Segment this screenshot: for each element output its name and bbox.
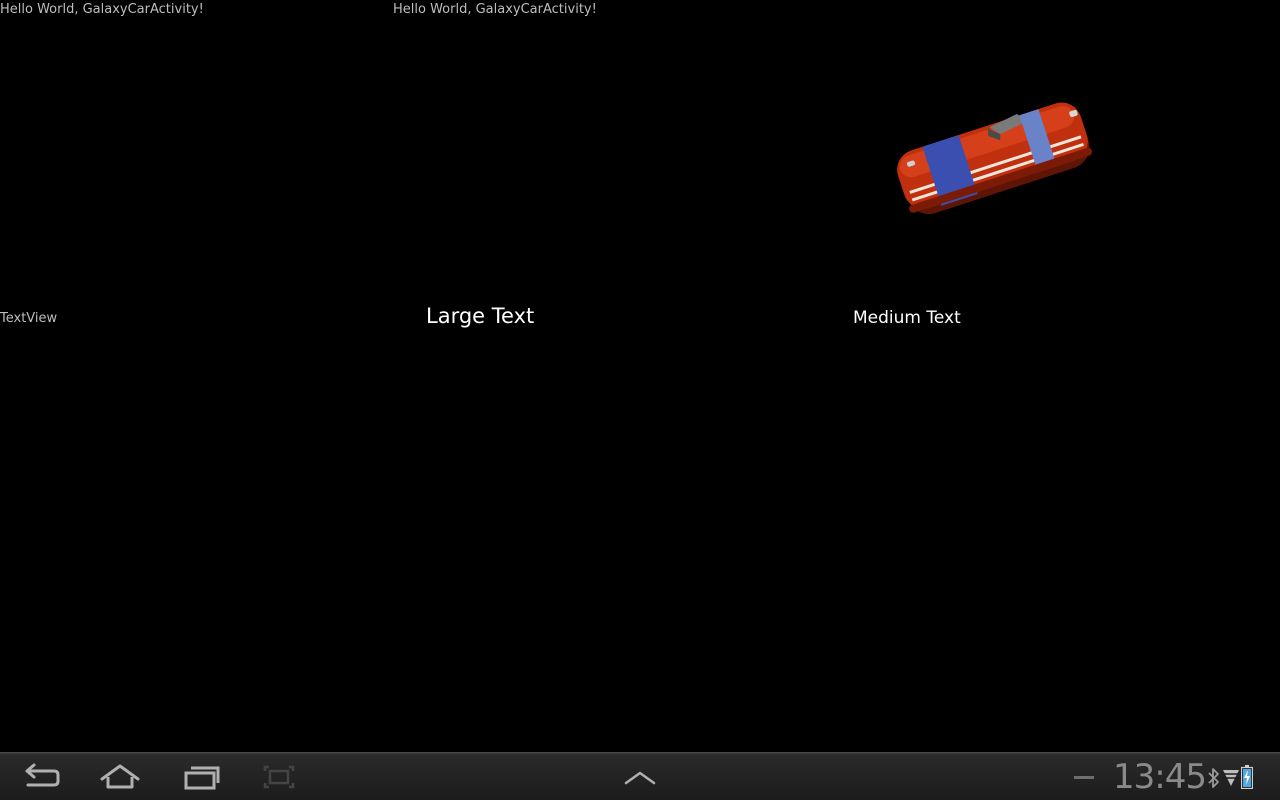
clock: 13:45 <box>1113 757 1207 797</box>
screen: Hello World, GalaxyCarActivity! Hello Wo… <box>0 0 1280 800</box>
car-image <box>897 102 1093 215</box>
home-icon <box>100 764 140 789</box>
medium-text-label: Medium Text <box>853 308 961 328</box>
home-button[interactable] <box>96 761 144 793</box>
system-bar: 13:45 <box>0 752 1280 800</box>
back-button[interactable] <box>16 761 64 793</box>
back-icon <box>25 763 60 787</box>
hello-text-right: Hello World, GalaxyCarActivity! <box>393 2 597 17</box>
battery-icon <box>1241 765 1253 789</box>
notification-expand-button[interactable] <box>616 761 664 793</box>
screenshot-button[interactable] <box>255 761 303 793</box>
app-content: Hello World, GalaxyCarActivity! Hello Wo… <box>0 0 1280 752</box>
minus-icon <box>1074 776 1094 779</box>
recent-apps-icon <box>184 766 220 790</box>
status-area[interactable]: 13:45 <box>1060 753 1280 800</box>
chevron-up-icon <box>624 771 656 785</box>
recent-apps-button[interactable] <box>177 761 225 793</box>
bluetooth-icon <box>1208 768 1219 788</box>
screenshot-icon <box>263 765 295 789</box>
hello-text-left: Hello World, GalaxyCarActivity! <box>0 2 204 17</box>
textview-label: TextView <box>0 311 58 326</box>
large-text-label: Large Text <box>426 304 535 328</box>
wifi-icon <box>1223 770 1239 786</box>
